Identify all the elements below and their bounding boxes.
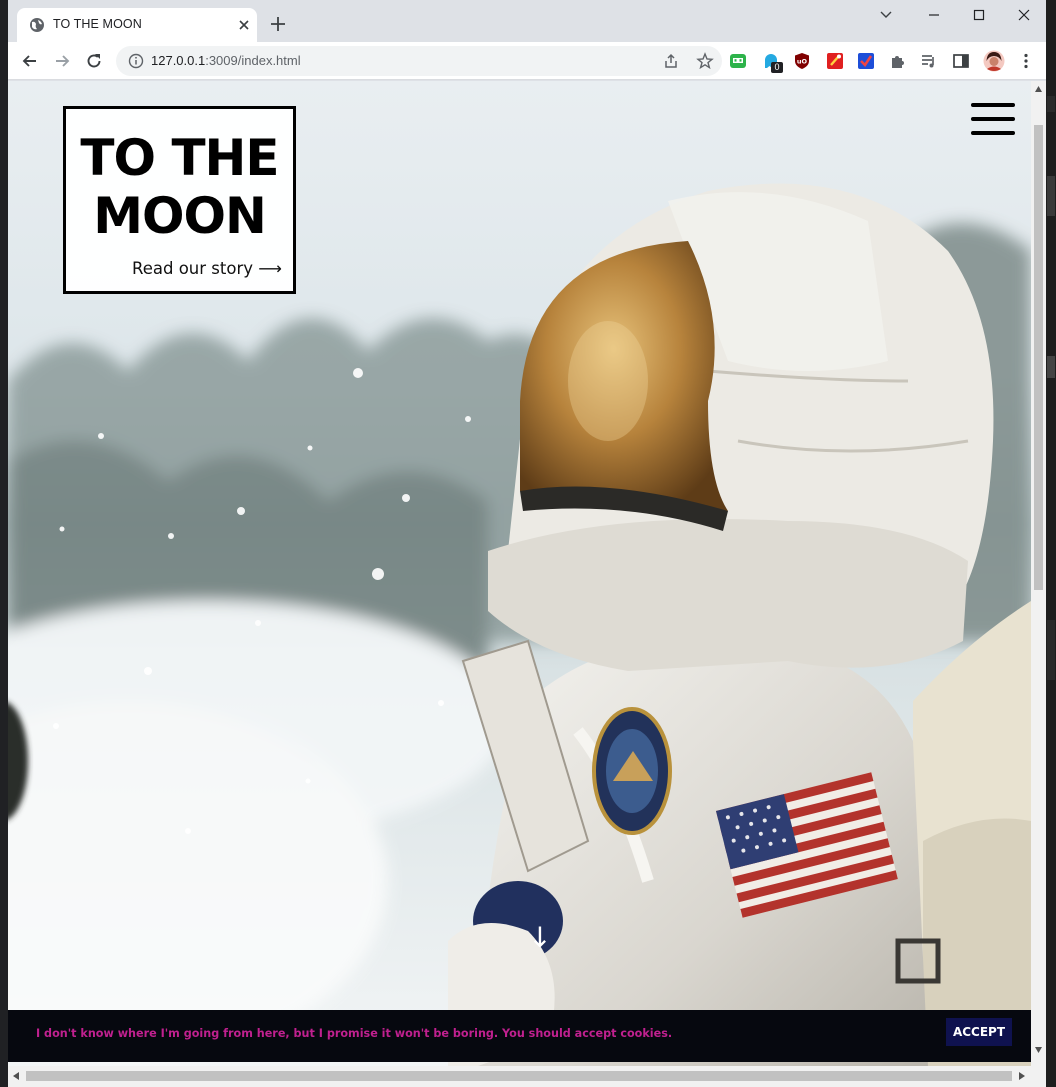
minimize-icon[interactable] <box>922 6 946 24</box>
address-bar[interactable]: 127.0.0.1:3009/index.html <box>116 46 722 76</box>
chevron-down-icon[interactable] <box>874 6 898 24</box>
plus-icon[interactable] <box>268 14 288 34</box>
ublock-icon[interactable]: uO <box>793 52 811 70</box>
logo-title: TO THE MOON <box>66 129 293 245</box>
star-icon[interactable] <box>696 52 714 70</box>
scroll-up-arrow-icon[interactable] <box>1034 85 1043 93</box>
cookie-message: I don't know where I'm going from here, … <box>36 1027 673 1040</box>
ghost-extension[interactable]: 0 <box>762 52 783 73</box>
browser-window: TO THE MOON 127.0.0.1:3009/index.html 0 … <box>8 0 1046 1087</box>
profile-avatar-icon[interactable] <box>983 50 1005 72</box>
logo-box: TO THE MOON Read our story ⟶ <box>63 106 296 294</box>
maximize-icon[interactable] <box>967 6 991 24</box>
browser-toolbar: 127.0.0.1:3009/index.html 0 uO <box>8 42 1046 80</box>
color-picker-icon[interactable] <box>826 52 844 70</box>
tab-title: TO THE MOON <box>53 17 142 31</box>
desktop-edge-left <box>0 0 8 1087</box>
tab-strip: TO THE MOON <box>8 0 1046 42</box>
scroll-down-arrow-icon[interactable]: ↓ <box>528 921 552 961</box>
more-options-icon[interactable] <box>1017 52 1035 70</box>
close-icon[interactable] <box>235 16 253 34</box>
arrow-right-icon[interactable] <box>52 51 72 71</box>
desktop-edge-right <box>1046 0 1056 1087</box>
cookie-banner: I don't know where I'm going from here, … <box>8 1010 1031 1062</box>
svg-text:uO: uO <box>797 58 808 66</box>
info-icon[interactable] <box>128 53 144 69</box>
extension-badge: 0 <box>771 62 783 73</box>
accept-cookies-button[interactable]: ACCEPT <box>946 1018 1012 1046</box>
globe-icon <box>30 18 44 32</box>
hamburger-bar-middle <box>971 117 1015 121</box>
scroll-down-icon[interactable] <box>1034 1046 1043 1054</box>
scroll-left-arrow-icon[interactable] <box>12 1071 20 1081</box>
side-panel-icon[interactable] <box>952 52 970 70</box>
hero-section: TO THE MOON Read our story ⟶ ↓ <box>8 81 1031 1066</box>
horizontal-scrollbar[interactable] <box>8 1066 1046 1087</box>
url-path: :3009/index.html <box>205 53 301 68</box>
checkmark-extension-icon[interactable] <box>857 52 875 70</box>
url-host: 127.0.0.1 <box>151 53 206 68</box>
read-our-story-link[interactable]: Read our story ⟶ <box>132 259 282 278</box>
reload-icon[interactable] <box>84 51 104 71</box>
horizontal-scroll-thumb[interactable] <box>26 1071 1012 1081</box>
logo-title-line-1: TO THE <box>80 129 279 187</box>
scroll-right-arrow-icon[interactable] <box>1018 1071 1026 1081</box>
page-viewport: TO THE MOON Read our story ⟶ ↓ I don't k… <box>8 81 1046 1087</box>
window-close-icon[interactable] <box>1012 6 1036 24</box>
puzzle-icon[interactable] <box>889 52 907 70</box>
hamburger-bar-top <box>971 103 1015 107</box>
hamburger-menu-icon[interactable] <box>971 103 1017 137</box>
vertical-scroll-thumb[interactable] <box>1034 125 1043 590</box>
arrow-left-icon[interactable] <box>20 51 40 71</box>
hamburger-bar-bottom <box>971 131 1015 135</box>
url-text[interactable]: 127.0.0.1:3009/index.html <box>151 53 301 68</box>
media-queue-icon[interactable] <box>920 52 938 70</box>
share-icon[interactable] <box>662 52 680 70</box>
logo-title-line-2: MOON <box>93 187 267 245</box>
vertical-scrollbar[interactable] <box>1031 81 1046 1066</box>
robot-extension-icon[interactable] <box>729 52 747 70</box>
browser-tab[interactable]: TO THE MOON <box>17 8 257 42</box>
